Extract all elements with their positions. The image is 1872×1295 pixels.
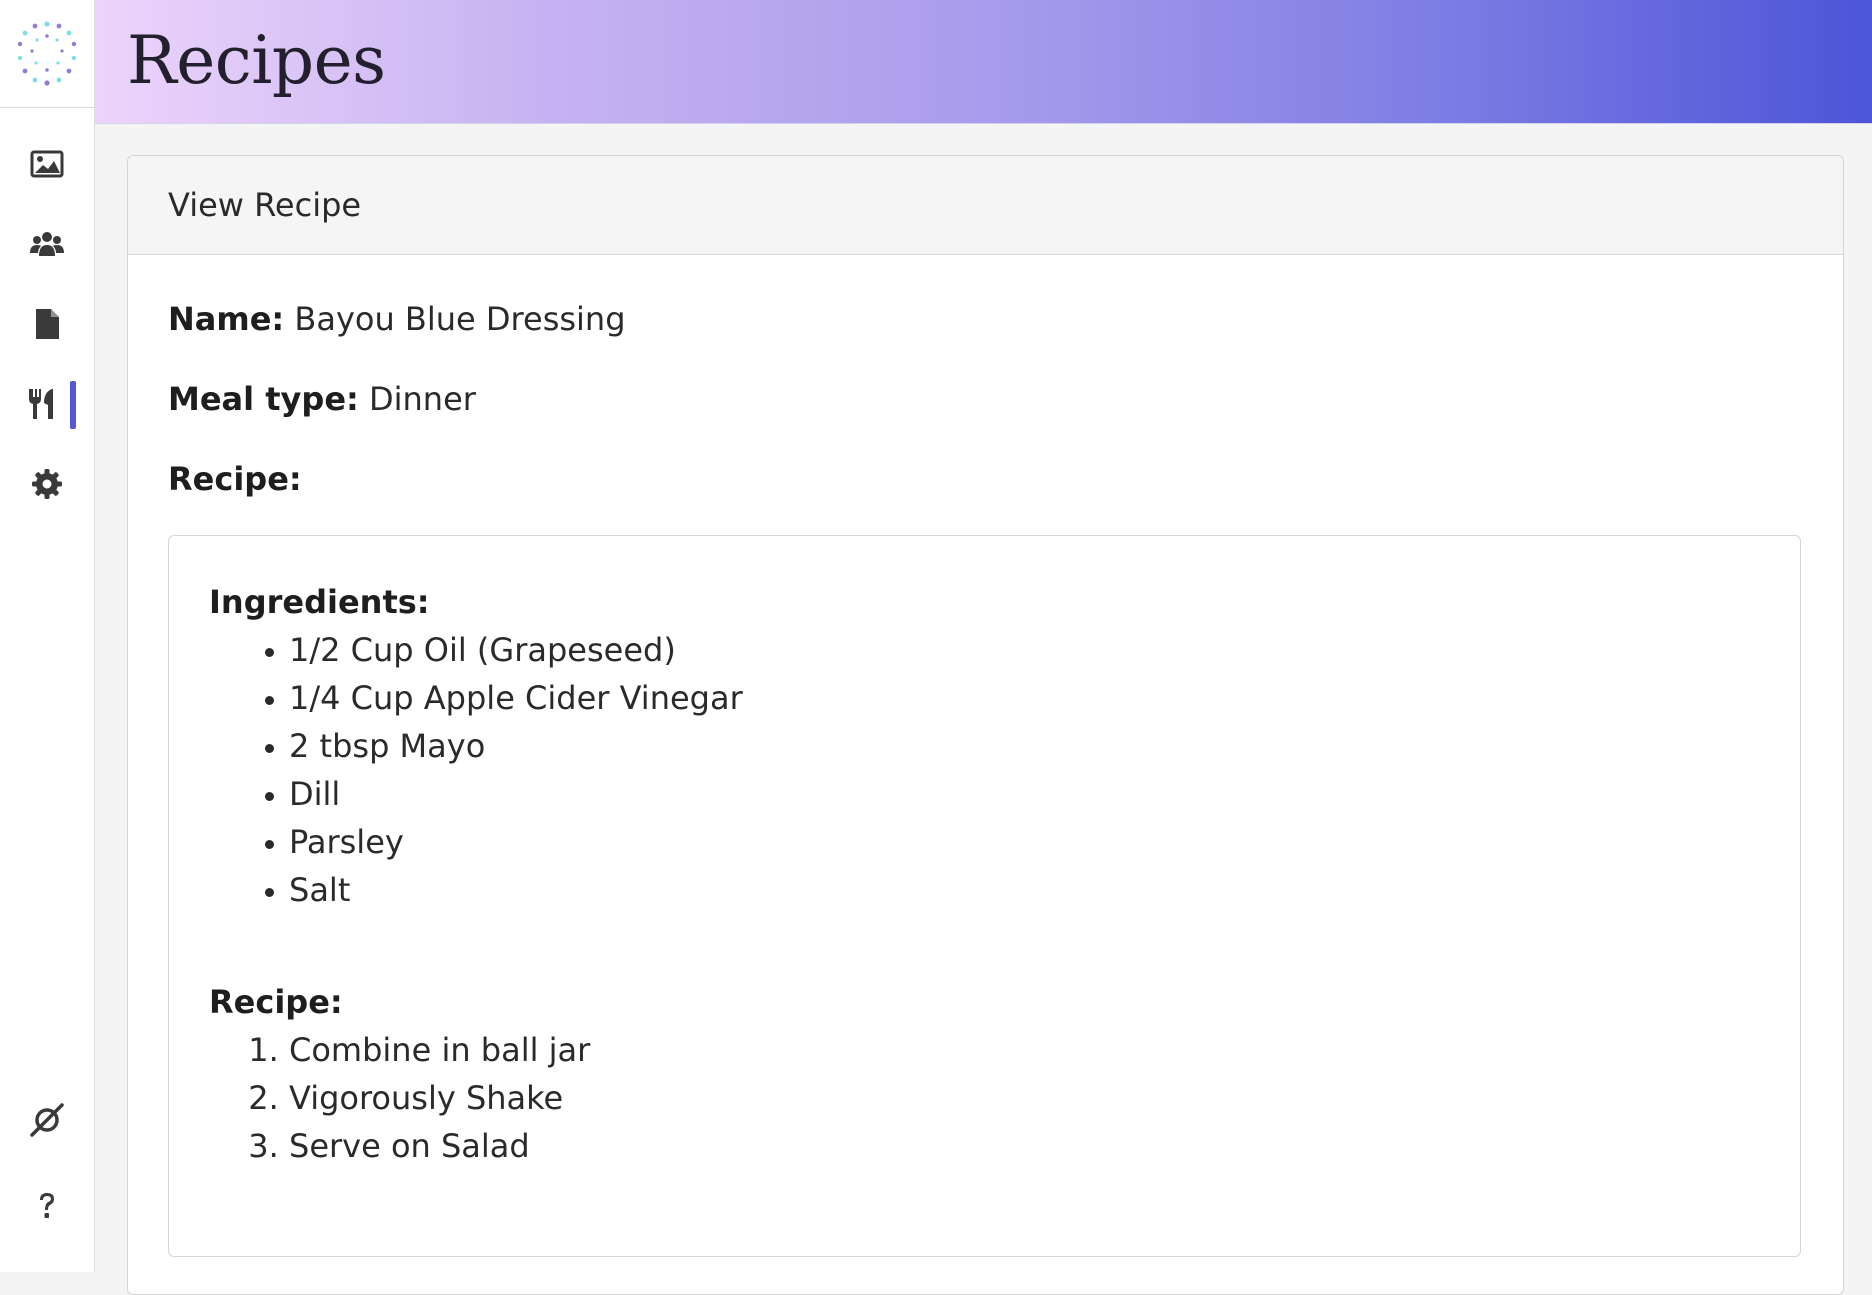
ingredient-item: 1/2 Cup Oil (Grapeseed)	[289, 626, 1760, 674]
sidebar-item-help[interactable]	[0, 1176, 94, 1236]
app-logo[interactable]	[0, 0, 94, 108]
card-title: View Recipe	[128, 156, 1843, 255]
ingredient-item: Parsley	[289, 818, 1760, 866]
name-value: Bayou Blue Dressing	[294, 300, 626, 338]
ingredient-item: Dill	[289, 770, 1760, 818]
view-recipe-card: View Recipe Name: Bayou Blue Dressing Me…	[127, 155, 1844, 1295]
sidebar-item-recipes[interactable]	[0, 374, 94, 434]
step-item: Combine in ball jar	[289, 1026, 1760, 1074]
ingredients-title: Ingredients:	[209, 583, 430, 621]
sidebar-item-images[interactable]	[0, 134, 94, 194]
ingredient-item: Salt	[289, 866, 1760, 914]
question-icon	[40, 1193, 54, 1218]
sidebar-item-settings[interactable]	[0, 454, 94, 514]
sidebar-item-feedback[interactable]	[0, 1090, 94, 1150]
gear-icon	[32, 469, 62, 499]
recipe-name-field: Name: Bayou Blue Dressing	[168, 300, 626, 338]
name-label: Name:	[168, 300, 285, 338]
utensils-icon	[29, 389, 53, 419]
steps-list: Combine in ball jar Vigorously Shake Ser…	[209, 1026, 1760, 1170]
ingredients-list: 1/2 Cup Oil (Grapeseed) 1/4 Cup Apple Ci…	[209, 626, 1760, 914]
recipe-label: Recipe:	[168, 460, 302, 498]
file-icon	[36, 309, 59, 339]
orbit-icon	[30, 1103, 64, 1137]
meal-type-label: Meal type:	[168, 380, 359, 418]
image-icon	[30, 150, 64, 178]
logo-icon	[17, 20, 77, 86]
page-title: Recipes	[127, 22, 386, 99]
meal-type-value: Dinner	[368, 380, 476, 418]
ingredient-item: 2 tbsp Mayo	[289, 722, 1760, 770]
steps-title: Recipe:	[209, 983, 343, 1021]
sidebar	[0, 0, 95, 1272]
recipe-label-field: Recipe:	[168, 460, 302, 498]
step-item: Vigorously Shake	[289, 1074, 1760, 1122]
sidebar-item-users[interactable]	[0, 214, 94, 274]
recipe-content: Ingredients: 1/2 Cup Oil (Grapeseed) 1/4…	[168, 535, 1801, 1257]
step-item: Serve on Salad	[289, 1122, 1760, 1170]
meal-type-field: Meal type: Dinner	[168, 380, 476, 418]
ingredient-item: 1/4 Cup Apple Cider Vinegar	[289, 674, 1760, 722]
sidebar-item-documents[interactable]	[0, 294, 94, 354]
users-icon	[30, 232, 64, 256]
page-header: Recipes	[95, 0, 1872, 124]
